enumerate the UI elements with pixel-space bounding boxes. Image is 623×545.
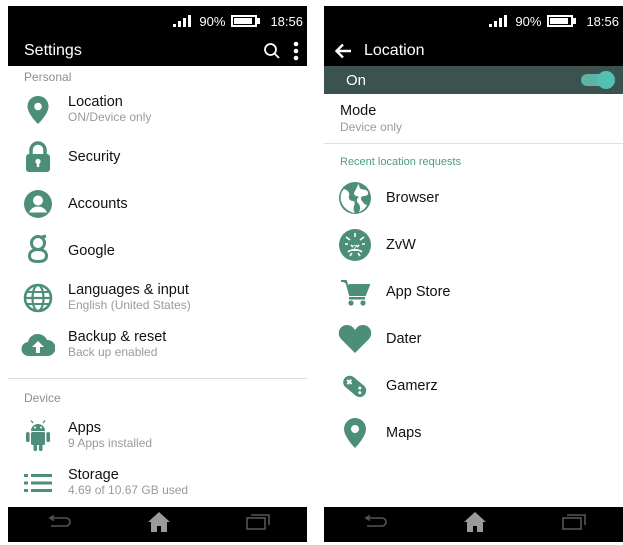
battery-icon <box>231 15 261 27</box>
battery-icon <box>547 15 577 27</box>
svg-text:Z: Z <box>353 244 358 253</box>
settings-item-accounts[interactable]: Accounts <box>8 180 307 227</box>
google-icon <box>8 234 68 268</box>
list-item-maps[interactable]: Maps <box>324 409 623 456</box>
recents-nav-icon[interactable] <box>561 514 586 535</box>
list-item-dater[interactable]: Dater <box>324 315 623 362</box>
settings-item-security[interactable]: Security <box>8 133 307 180</box>
gamepad-icon <box>324 370 386 402</box>
item-title: Security <box>68 148 121 165</box>
item-subtitle: Back up enabled <box>68 345 158 359</box>
cart-icon <box>324 277 386 307</box>
overflow-menu-icon[interactable] <box>293 41 299 61</box>
globe-icon <box>8 283 68 313</box>
account-circle-icon <box>8 189 68 219</box>
item-title: Accounts <box>68 195 128 212</box>
list-item-browser[interactable]: Browser <box>324 174 623 221</box>
page-title: Location <box>364 42 425 59</box>
storage-list-icon <box>8 473 68 493</box>
section-label-personal: Personal <box>24 70 72 84</box>
navigation-bar <box>8 507 307 542</box>
list-item-gamerz[interactable]: Gamerz <box>324 362 623 409</box>
settings-item-google[interactable]: Google <box>8 227 307 274</box>
clock: 18:56 <box>270 13 303 29</box>
navigation-bar <box>324 507 623 542</box>
location-switch[interactable] <box>581 71 615 89</box>
item-title: Languages & input <box>68 282 189 298</box>
location-toggle-bar[interactable]: On <box>324 66 623 94</box>
item-title: Google <box>68 242 115 259</box>
recent-requests-label: Recent location requests <box>340 156 462 168</box>
settings-screen: 90% 18:56 Settings Personal Location ON/D… <box>8 6 307 542</box>
signal-icon <box>489 15 508 27</box>
status-bar: 90% 18:56 <box>324 6 623 36</box>
settings-item-backup[interactable]: Backup & reset Back up enabled <box>8 321 307 368</box>
app-name: Browser <box>386 189 440 206</box>
app-name: Dater <box>386 330 422 347</box>
back-nav-icon[interactable] <box>362 514 388 534</box>
settings-item-languages[interactable]: Languages & input English (United States) <box>8 274 307 321</box>
list-item-app-store[interactable]: App Store <box>324 268 623 315</box>
back-arrow-icon[interactable] <box>334 43 352 59</box>
cloud-upload-icon <box>8 332 68 358</box>
status-bar: 90% 18:56 <box>8 6 307 36</box>
battery-percent: 90% <box>199 13 226 29</box>
search-icon[interactable] <box>263 42 281 60</box>
app-name: ZvW <box>386 236 416 253</box>
browser-globe-icon <box>324 181 386 215</box>
location-screen: 90% 18:56 Location On Mode Device only R… <box>324 6 623 542</box>
clock: 18:56 <box>586 13 619 29</box>
item-title: Storage <box>68 467 119 483</box>
item-subtitle: 4.69 of 10.67 GB used <box>68 483 189 497</box>
location-pin-icon <box>8 95 68 125</box>
maps-pin-icon <box>324 417 386 449</box>
item-title: Backup & reset <box>68 329 167 345</box>
home-nav-icon[interactable] <box>463 511 487 538</box>
settings-item-apps[interactable]: Apps 9 Apps installed <box>8 412 307 459</box>
item-subtitle: English (United States) <box>68 298 191 312</box>
section-label-device: Device <box>24 391 61 405</box>
mode-setting[interactable]: Mode Device only <box>324 94 623 144</box>
page-title: Settings <box>24 42 82 59</box>
item-subtitle: 9 Apps installed <box>68 436 153 450</box>
back-nav-icon[interactable] <box>46 514 72 534</box>
toggle-label: On <box>346 71 367 89</box>
battery-percent: 90% <box>515 13 542 29</box>
recents-nav-icon[interactable] <box>245 514 270 535</box>
app-bar: Location <box>324 36 623 66</box>
android-icon <box>8 419 68 452</box>
mode-title: Mode <box>340 103 377 119</box>
item-title: Location <box>68 94 123 110</box>
settings-item-location[interactable]: Location ON/Device only <box>8 86 307 133</box>
signal-icon <box>173 15 192 27</box>
item-title: Apps <box>68 420 102 436</box>
app-bar: Settings <box>8 36 307 66</box>
app-name: App Store <box>386 283 451 300</box>
app-name: Maps <box>386 424 422 441</box>
list-item-zvw[interactable]: Z ZvW <box>324 221 623 268</box>
lock-icon <box>8 140 68 173</box>
app-name: Gamerz <box>386 377 438 394</box>
heart-icon <box>324 324 386 354</box>
mode-value: Device only <box>340 120 403 134</box>
settings-item-storage[interactable]: Storage 4.69 of 10.67 GB used <box>8 459 307 506</box>
zvw-icon: Z <box>324 228 386 262</box>
home-nav-icon[interactable] <box>147 511 171 538</box>
item-subtitle: ON/Device only <box>68 110 152 124</box>
